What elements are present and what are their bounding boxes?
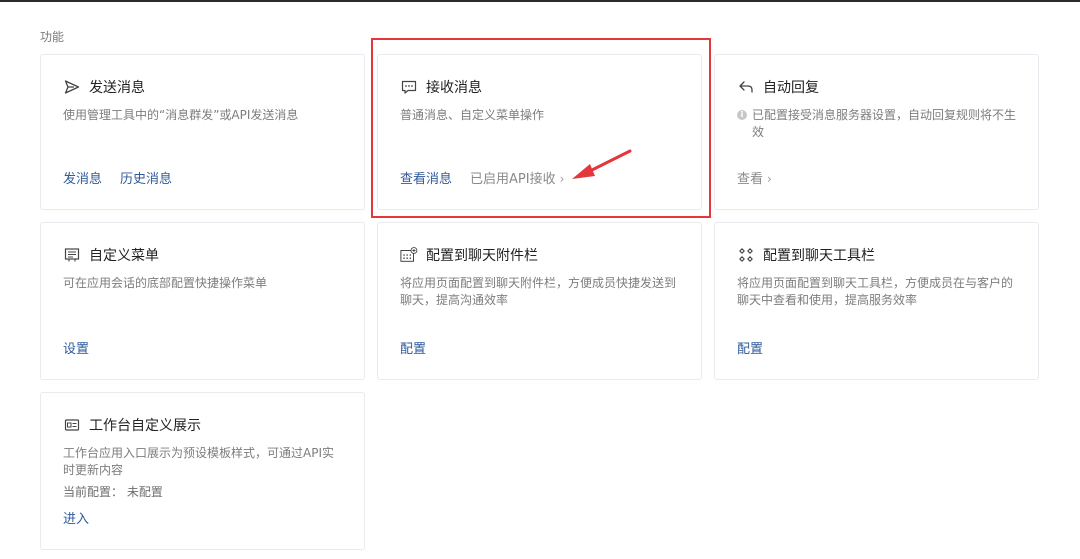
card-chat-toolbar: 配置到聊天工具栏 将应用页面配置到聊天工具栏，方便成员在与客户的聊天中查看和使用… — [714, 222, 1039, 380]
current-config: 当前配置： 未配置 — [63, 483, 163, 500]
send-message-link[interactable]: 发消息 — [63, 168, 102, 187]
card-title-text: 工作台自定义展示 — [89, 418, 201, 434]
card-title: 工作台自定义展示 — [63, 415, 201, 435]
card-actions: 查看 › — [737, 168, 790, 187]
card-auto-reply: 自动回复 i 已配置接受消息服务器设置，自动回复规则将不生效 查看 › — [714, 54, 1039, 210]
card-title: 配置到聊天附件栏 — [400, 245, 538, 265]
configure-link[interactable]: 配置 — [737, 338, 763, 357]
send-icon — [63, 78, 81, 96]
attachment-bar-icon — [400, 246, 418, 264]
card-actions: 配置 — [737, 338, 781, 357]
card-title: 自定义菜单 — [63, 245, 159, 265]
card-description: i 已配置接受消息服务器设置，自动回复规则将不生效 — [737, 107, 1016, 141]
card-workbench-display: 工作台自定义展示 工作台应用入口展示为预设模板样式，可通过API实时更新内容 当… — [40, 392, 365, 550]
view-link-text: 查看 — [737, 172, 764, 187]
highlight-box — [371, 38, 711, 218]
card-description: 将应用页面配置到聊天附件栏，方便成员快捷发送到聊天，提高沟通效率 — [400, 276, 677, 307]
card-actions: 设置 — [63, 338, 107, 357]
message-history-link[interactable]: 历史消息 — [120, 168, 172, 187]
chevron-right-icon: › — [767, 172, 772, 186]
view-auto-reply-link[interactable]: 查看 › — [737, 168, 772, 187]
workbench-icon — [63, 416, 81, 434]
card-actions: 发消息 历史消息 — [63, 168, 190, 187]
current-config-label: 当前配置： — [63, 485, 124, 499]
card-title-text: 配置到聊天附件栏 — [426, 248, 538, 264]
card-description-text: 已配置接受消息服务器设置，自动回复规则将不生效 — [752, 108, 1017, 139]
card-title: 发送消息 — [63, 77, 145, 97]
info-icon: i — [737, 110, 747, 120]
card-title-text: 发送消息 — [89, 80, 145, 96]
card-send-message: 发送消息 使用管理工具中的“消息群发”或API发送消息 发消息 历史消息 — [40, 54, 365, 210]
card-title: 配置到聊天工具栏 — [737, 245, 875, 265]
card-chat-attachment-bar: 配置到聊天附件栏 将应用页面配置到聊天附件栏，方便成员快捷发送到聊天，提高沟通效… — [377, 222, 702, 380]
current-config-value: 未配置 — [126, 485, 163, 499]
card-description: 工作台应用入口展示为预设模板样式，可通过API实时更新内容 — [63, 446, 334, 477]
card-title-text: 配置到聊天工具栏 — [763, 248, 875, 264]
card-description: 可在应用会话的底部配置快捷操作菜单 — [63, 276, 268, 290]
section-label: 功能 — [40, 30, 65, 44]
card-actions: 配置 — [400, 338, 444, 357]
card-custom-menu: 自定义菜单 可在应用会话的底部配置快捷操作菜单 设置 — [40, 222, 365, 380]
top-divider — [0, 0, 1080, 2]
settings-link[interactable]: 设置 — [63, 338, 89, 357]
card-description: 将应用页面配置到聊天工具栏，方便成员在与客户的聊天中查看和使用，提高服务效率 — [737, 276, 1014, 307]
card-actions: 进入 — [63, 508, 107, 527]
enter-link[interactable]: 进入 — [63, 508, 89, 527]
annotation-arrow-icon — [572, 149, 632, 179]
card-description: 使用管理工具中的“消息群发”或API发送消息 — [63, 108, 299, 122]
configure-link[interactable]: 配置 — [400, 338, 426, 357]
reply-icon — [737, 78, 755, 96]
card-title-text: 自动回复 — [763, 80, 819, 96]
toolbar-icon — [737, 246, 755, 264]
card-title-text: 自定义菜单 — [89, 248, 159, 264]
menu-icon — [63, 246, 81, 264]
card-title: 自动回复 — [737, 77, 819, 97]
